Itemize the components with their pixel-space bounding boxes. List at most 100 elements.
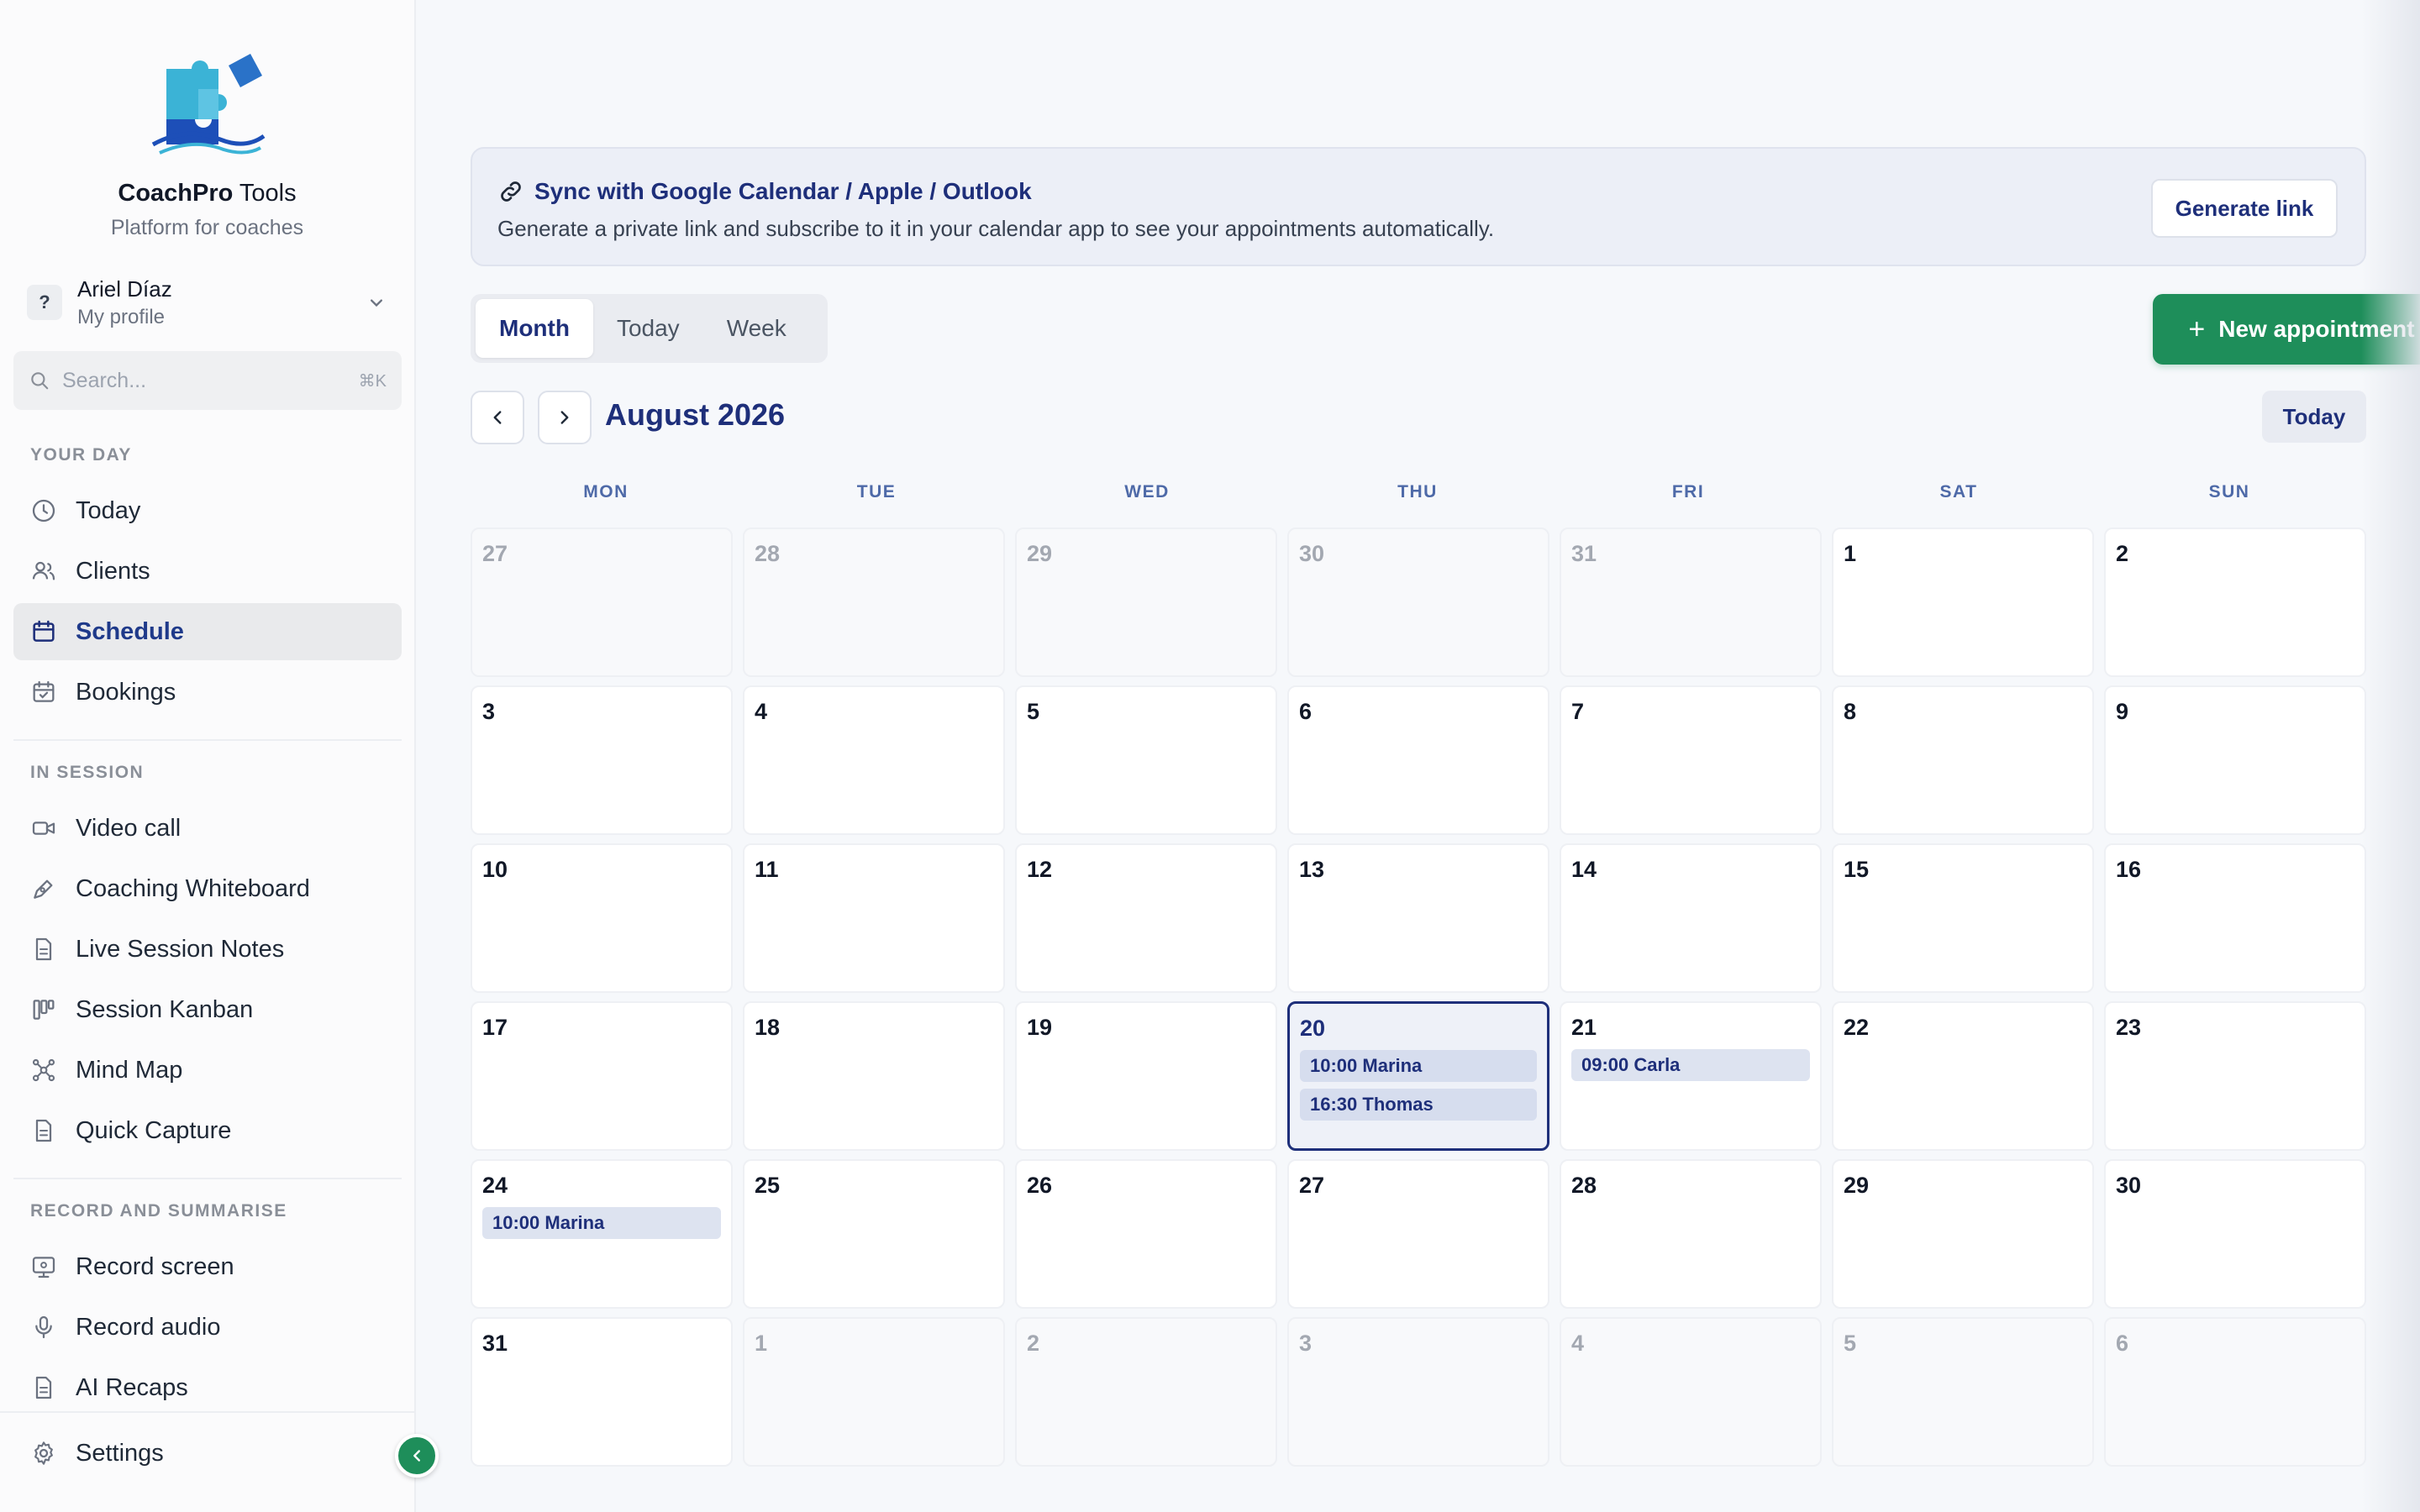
search-input[interactable] (62, 368, 359, 393)
sync-description: Generate a private link and subscribe to… (497, 216, 1495, 241)
calendar-day[interactable]: 7 (1560, 685, 1822, 835)
sidebar-item-video-call[interactable]: Video call (13, 800, 402, 857)
calendar-day[interactable]: 29 (1832, 1159, 2094, 1309)
puzzle-logo-icon (151, 54, 265, 155)
calendar-day[interactable]: 12 (1015, 843, 1277, 993)
sidebar-item-quick-capture[interactable]: Quick Capture (13, 1102, 402, 1159)
app-window: CoachPro Tools Platform for coaches ? Ar… (0, 0, 2420, 1512)
calendar-day[interactable]: 1 (743, 1317, 1005, 1467)
sidebar-item-ai-recaps[interactable]: AI Recaps (13, 1359, 402, 1416)
calendar-day[interactable]: 8 (1832, 685, 2094, 835)
calendar-day[interactable]: 29 (1015, 528, 1277, 677)
calendar-day[interactable]: 11 (743, 843, 1005, 993)
calendar-day[interactable]: 6 (2104, 1317, 2366, 1467)
profile-name: Ariel Díaz (77, 276, 172, 302)
calendar-day[interactable]: 3 (471, 685, 733, 835)
sidebar-item-session-kanban[interactable]: Session Kanban (13, 981, 402, 1038)
sidebar-item-today[interactable]: Today (13, 482, 402, 539)
sidebar-item-live-session-notes[interactable]: Live Session Notes (13, 921, 402, 978)
sidebar-item-settings[interactable]: Settings (13, 1425, 402, 1482)
brand: CoachPro Tools Platform for coaches (0, 50, 414, 240)
calendar-day[interactable]: 24 10:00 Marina (471, 1159, 733, 1309)
appointment-chip[interactable]: 16:30 Thomas (1300, 1089, 1537, 1121)
calendar-day[interactable]: 13 (1287, 843, 1549, 993)
search-box: ⌘K (13, 351, 402, 410)
calendar-day[interactable]: 31 (471, 1317, 733, 1467)
generate-link-button[interactable]: Generate link (2151, 179, 2338, 238)
scroll-fade (2361, 0, 2420, 1512)
calendar-day[interactable]: 4 (743, 685, 1005, 835)
calendar-day[interactable]: 15 (1832, 843, 2094, 993)
day-number: 6 (1299, 699, 1313, 724)
sidebar-item-schedule[interactable]: Schedule (13, 603, 402, 660)
appointment-chip[interactable]: 09:00 Carla (1571, 1049, 1810, 1081)
calendar-day[interactable]: 31 (1560, 528, 1822, 677)
day-number: 5 (1844, 1331, 1857, 1356)
tab-today[interactable]: Today (593, 299, 703, 358)
calendar-day[interactable]: 2 (1015, 1317, 1277, 1467)
next-month-button[interactable] (538, 391, 592, 444)
calendar-day[interactable]: 26 (1015, 1159, 1277, 1309)
weekday-label: MON (583, 482, 629, 501)
calendar-day[interactable]: 28 (743, 528, 1005, 677)
calendar-day[interactable]: 10 (471, 843, 733, 993)
tab-week[interactable]: Week (703, 299, 810, 358)
calendar-day[interactable]: 17 (471, 1001, 733, 1151)
appointment-chip[interactable]: 10:00 Marina (482, 1207, 721, 1239)
calendar-day[interactable]: 19 (1015, 1001, 1277, 1151)
calendar-day[interactable]: 27 (471, 528, 733, 677)
calendar-day-today[interactable]: 20 10:00 Marina 16:30 Thomas (1287, 1001, 1549, 1151)
sidebar-item-record-audio[interactable]: Record audio (13, 1299, 402, 1356)
day-number: 22 (1844, 1015, 1870, 1040)
video-icon (32, 822, 55, 835)
sidebar-item-record-screen[interactable]: Record screen (13, 1238, 402, 1295)
calendar-day[interactable]: 9 (2104, 685, 2366, 835)
sidebar-divider (13, 1178, 402, 1179)
sidebar-item-bookings[interactable]: Bookings (13, 664, 402, 721)
collapse-sidebar-button[interactable] (395, 1434, 439, 1478)
day-number: 30 (2116, 1173, 2142, 1198)
calendar-day[interactable]: 16 (2104, 843, 2366, 993)
calendar-day[interactable]: 27 (1287, 1159, 1549, 1309)
day-number: 31 (1571, 541, 1597, 566)
section-label-in-session: IN SESSION (30, 763, 145, 782)
calendar-day[interactable]: 4 (1560, 1317, 1822, 1467)
calendar-icon (33, 620, 55, 642)
sidebar-item-clients[interactable]: Clients (13, 543, 402, 600)
calendar-day[interactable]: 5 (1015, 685, 1277, 835)
calendar-grid: 27 28 29 30 31 1 2 3 4 5 6 7 8 9 10 11 12 13 14 15 16 17 18 19 2… (471, 528, 2366, 1467)
document-icon (35, 937, 52, 961)
calendar-day[interactable]: 2 (2104, 528, 2366, 677)
day-number: 28 (1571, 1173, 1597, 1198)
calendar-day[interactable]: 6 (1287, 685, 1549, 835)
day-number: 3 (1299, 1331, 1313, 1356)
calendar-day[interactable]: 18 (743, 1001, 1005, 1151)
day-number: 27 (1299, 1173, 1325, 1198)
calendar-day[interactable]: 30 (2104, 1159, 2366, 1309)
sidebar-item-mind-map[interactable]: Mind Map (13, 1042, 402, 1099)
calendar-day[interactable]: 3 (1287, 1317, 1549, 1467)
avatar: ? (27, 285, 62, 320)
weekday-label: SAT (1939, 482, 1978, 501)
calendar-day[interactable]: 22 (1832, 1001, 2094, 1151)
brand-name: CoachPro Tools (118, 180, 297, 207)
calendar-day[interactable]: 30 (1287, 528, 1549, 677)
appointment-chip[interactable]: 10:00 Marina (1300, 1050, 1537, 1082)
day-number: 14 (1571, 857, 1597, 882)
day-number: 23 (2116, 1015, 2142, 1040)
previous-month-button[interactable] (471, 391, 524, 444)
today-button[interactable]: Today (2262, 391, 2366, 443)
calendar-day[interactable]: 23 (2104, 1001, 2366, 1151)
day-number: 25 (755, 1173, 781, 1198)
profile-switcher[interactable]: ? Ariel Díaz My profile (27, 269, 388, 336)
calendar-day[interactable]: 1 (1832, 528, 2094, 677)
calendar-day[interactable]: 25 (743, 1159, 1005, 1309)
tab-month[interactable]: Month (476, 299, 593, 358)
calendar-day[interactable]: 28 (1560, 1159, 1822, 1309)
calendar-day[interactable]: 5 (1832, 1317, 2094, 1467)
calendar-day[interactable]: 14 (1560, 843, 1822, 993)
sidebar-item-coaching-whiteboard[interactable]: Coaching Whiteboard (13, 860, 402, 917)
microphone-icon (35, 1315, 52, 1339)
document-icon (35, 1119, 52, 1142)
calendar-day[interactable]: 21 09:00 Carla (1560, 1001, 1822, 1151)
